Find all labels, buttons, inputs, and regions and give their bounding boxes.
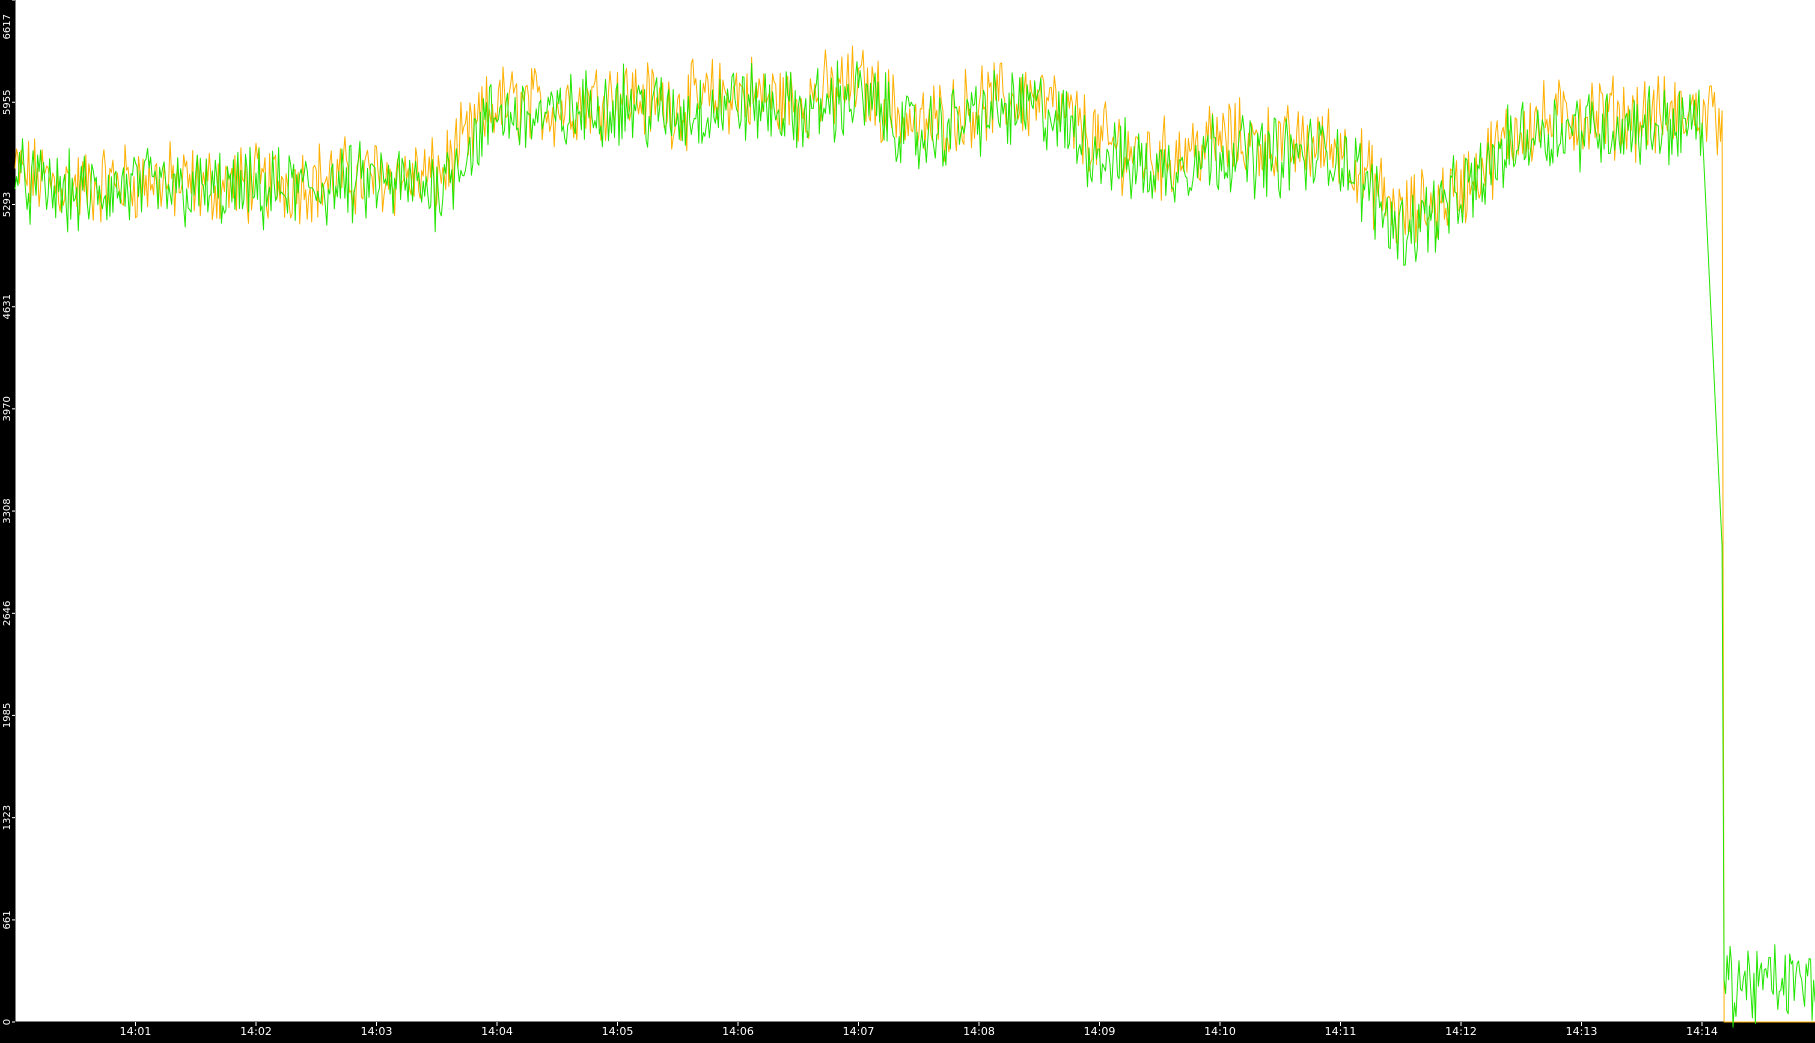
x-tick-label: 14:08 bbox=[963, 1025, 995, 1038]
x-tick-label: 14:05 bbox=[602, 1025, 634, 1038]
y-tick-label: 1323 bbox=[2, 805, 13, 830]
x-tick-label: 14:06 bbox=[722, 1025, 754, 1038]
x-tick-label: 14:13 bbox=[1566, 1025, 1598, 1038]
y-tick-label: 661 bbox=[2, 910, 13, 929]
y-tick-label: 4631 bbox=[2, 294, 13, 319]
y-tick-label: 3970 bbox=[2, 396, 13, 421]
x-tick-label: 14:01 bbox=[120, 1025, 152, 1038]
x-tick-label: 14:02 bbox=[240, 1025, 272, 1038]
y-tick-label: 6617 bbox=[2, 14, 13, 39]
x-tick-label: 14:11 bbox=[1325, 1025, 1357, 1038]
y-tick-label: 1985 bbox=[2, 703, 13, 728]
y-tick-label: 0 bbox=[2, 1019, 13, 1025]
x-tick-label: 14:14 bbox=[1686, 1025, 1718, 1038]
line-chart: 0 661 1323 1985 2646 3308 3970 4631 5293 5955 6617… bbox=[0, 0, 1815, 1039]
x-tick-label: 14:09 bbox=[1084, 1025, 1116, 1038]
x-tick-label: 14:04 bbox=[481, 1025, 513, 1038]
y-tick-label: 3308 bbox=[2, 498, 13, 523]
y-tick-label: 2646 bbox=[2, 601, 13, 626]
y-tick-label: 5955 bbox=[2, 90, 13, 115]
x-tick-label: 14:03 bbox=[361, 1025, 393, 1038]
x-tick-label: 14:10 bbox=[1204, 1025, 1236, 1038]
x-tick-label: 14:12 bbox=[1445, 1025, 1477, 1038]
y-tick-label: 5293 bbox=[2, 192, 13, 217]
chart-container: 0 661 1323 1985 2646 3308 3970 4631 5293 5955 6617… bbox=[0, 0, 1815, 1039]
plot-area bbox=[15, 0, 1815, 1022]
x-tick-label: 14:07 bbox=[843, 1025, 875, 1038]
